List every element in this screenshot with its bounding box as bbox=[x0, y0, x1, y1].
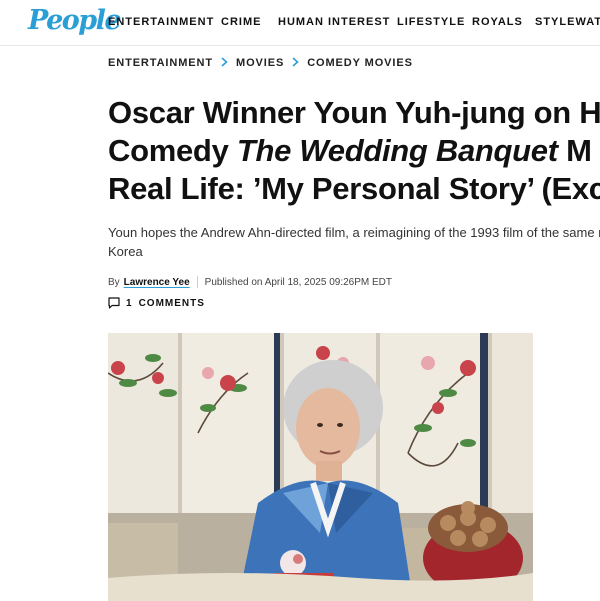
headline-line-2: Comedy The Wedding Banquet M bbox=[108, 132, 600, 170]
hero-photo-illustration bbox=[108, 333, 533, 601]
dek-line-2: Korea bbox=[108, 244, 143, 259]
publish-date: Published on April 18, 2025 09:26PM EDT bbox=[204, 276, 392, 288]
comments-label: COMMENTS bbox=[138, 297, 205, 309]
page: People ENTERTAINMENT CRIME HUMAN INTERES… bbox=[0, 0, 600, 601]
article-headline: Oscar Winner Youn Yuh-jung on H Comedy T… bbox=[108, 94, 600, 208]
comment-bubble-icon bbox=[108, 297, 120, 309]
byline-divider bbox=[196, 276, 198, 288]
author-link[interactable]: Lawrence Yee bbox=[124, 277, 190, 288]
headline-line-2-prefix: Comedy bbox=[108, 133, 237, 168]
nav-item-human-interest[interactable]: HUMAN INTEREST bbox=[278, 16, 390, 28]
breadcrumb: ENTERTAINMENT MOVIES COMEDY MOVIES bbox=[108, 56, 413, 70]
article-dek: Youn hopes the Andrew Ahn-directed film,… bbox=[108, 223, 600, 261]
breadcrumb-comedy-movies[interactable]: COMEDY MOVIES bbox=[307, 57, 413, 69]
comments-link[interactable]: 1 COMMENTS bbox=[108, 296, 205, 310]
breadcrumb-movies[interactable]: MOVIES bbox=[236, 57, 284, 69]
byline-prefix: By bbox=[108, 276, 120, 288]
top-nav: People ENTERTAINMENT CRIME HUMAN INTERES… bbox=[0, 0, 600, 46]
nav-item-stylewatch[interactable]: STYLEWATCH bbox=[535, 16, 600, 28]
people-logo[interactable]: People bbox=[28, 5, 122, 36]
nav-item-royals[interactable]: ROYALS bbox=[472, 16, 523, 28]
nav-item-crime[interactable]: CRIME bbox=[221, 16, 261, 28]
chevron-right-icon bbox=[221, 56, 228, 70]
dek-line-1: Youn hopes the Andrew Ahn-directed film,… bbox=[108, 225, 600, 240]
hero-image bbox=[108, 333, 533, 601]
headline-line-1: Oscar Winner Youn Yuh-jung on H bbox=[108, 95, 600, 130]
byline: By Lawrence Yee Published on April 18, 2… bbox=[108, 276, 392, 288]
chevron-right-icon bbox=[292, 56, 299, 70]
breadcrumb-entertainment[interactable]: ENTERTAINMENT bbox=[108, 57, 213, 69]
nav-item-lifestyle[interactable]: LIFESTYLE bbox=[397, 16, 465, 28]
headline-line-3: Real Life: ’My Personal Story’ (Exc bbox=[108, 171, 600, 206]
headline-film-title: The Wedding Banquet bbox=[236, 133, 558, 168]
comments-count: 1 bbox=[126, 297, 133, 309]
headline-line-2-suffix: M bbox=[557, 133, 592, 168]
nav-item-entertainment[interactable]: ENTERTAINMENT bbox=[108, 16, 214, 28]
